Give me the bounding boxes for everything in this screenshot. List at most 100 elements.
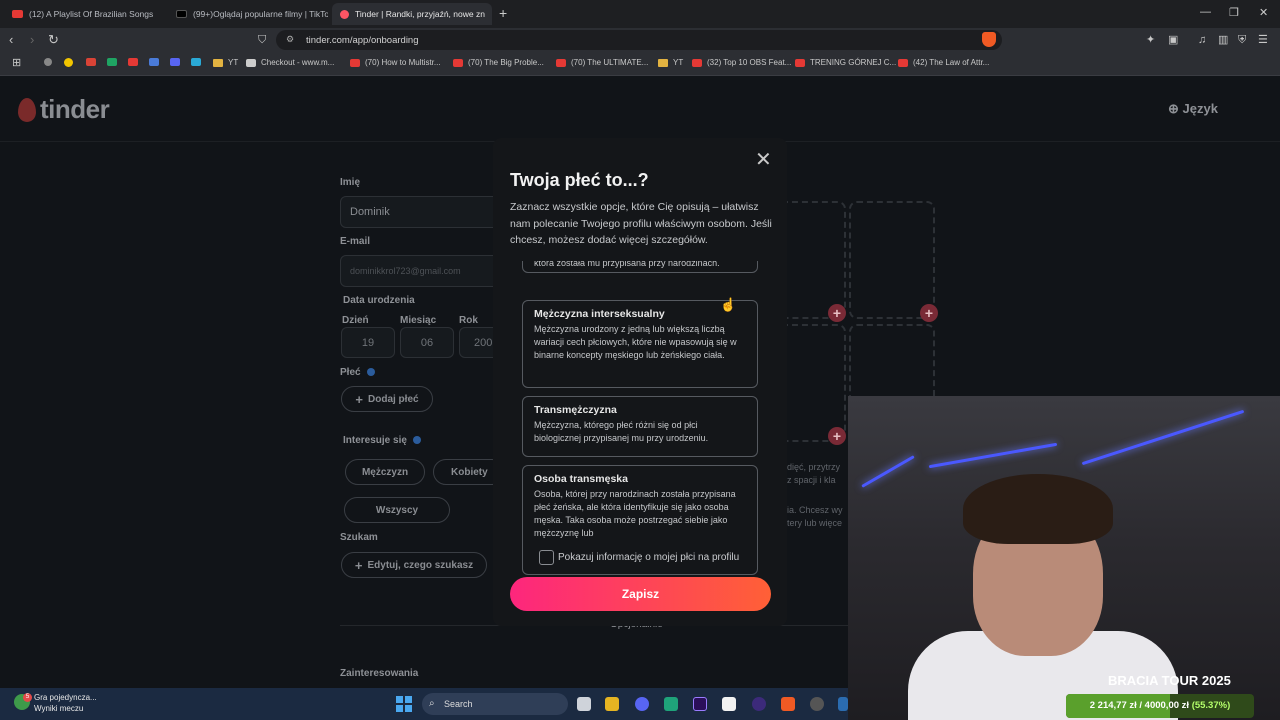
day-field[interactable]: 19 bbox=[341, 327, 395, 358]
obs-icon[interactable] bbox=[810, 697, 824, 711]
bookmark-video[interactable]: (42) The Law of Attr... bbox=[898, 58, 989, 67]
youtube-icon bbox=[12, 10, 23, 18]
bookmark-video[interactable]: (70) The Big Proble... bbox=[453, 58, 544, 67]
hand-cursor-icon: ☝ bbox=[720, 297, 737, 312]
bookmark-folder-yt[interactable]: YT bbox=[213, 58, 238, 67]
save-button[interactable]: Zapisz bbox=[510, 577, 771, 611]
apps-grid-icon[interactable]: ⊞ bbox=[12, 56, 21, 69]
gender-option-partial[interactable]: która została mu przypisana przy narodzi… bbox=[522, 261, 758, 273]
tinder-logo: tinder bbox=[18, 94, 110, 125]
day-value: 19 bbox=[361, 336, 375, 349]
bookmark-video[interactable]: (32) Top 10 OBS Feat... bbox=[692, 58, 791, 67]
drive-icon bbox=[107, 58, 117, 66]
minimize-icon[interactable]: — bbox=[1200, 6, 1211, 18]
gender-option-trans-man[interactable]: Transmężczyzna Mężczyzna, którego płeć r… bbox=[522, 396, 758, 457]
add-gender-button[interactable]: + Dodaj płeć bbox=[341, 386, 433, 412]
chatgpt-icon[interactable] bbox=[664, 697, 678, 711]
modal-description: Zaznacz wszystkie opcje, które Cię opisu… bbox=[510, 201, 772, 246]
bookmark-gmail[interactable] bbox=[86, 58, 101, 66]
bookmark-label: (70) The ULTIMATE... bbox=[571, 58, 649, 67]
info-icon[interactable] bbox=[412, 436, 421, 445]
d-app-icon bbox=[191, 58, 201, 66]
bookmark-emoji[interactable] bbox=[64, 58, 78, 67]
bookmark-video[interactable]: (70) The ULTIMATE... bbox=[556, 58, 648, 67]
site-info-icon[interactable]: ⚙ bbox=[286, 34, 294, 45]
file-explorer-icon[interactable] bbox=[605, 697, 619, 711]
interest-men-button[interactable]: Mężczyzn bbox=[345, 459, 425, 485]
forward-icon[interactable]: › bbox=[30, 32, 34, 48]
bookmark-site[interactable] bbox=[149, 58, 164, 66]
vpn-icon[interactable]: ⛨ bbox=[1238, 32, 1246, 48]
extensions-icon[interactable]: ✦ bbox=[1146, 32, 1155, 48]
led-strip bbox=[928, 442, 1058, 469]
sidebar-icon[interactable]: ▥ bbox=[1218, 32, 1228, 48]
led-strip bbox=[861, 455, 915, 488]
language-button[interactable]: ⊕ Język bbox=[1168, 101, 1218, 117]
taskbar-search[interactable]: ⌕ Search bbox=[422, 693, 568, 715]
plus-icon: + bbox=[355, 391, 363, 407]
brave-shield-icon[interactable] bbox=[982, 32, 996, 47]
email-label: E-mail bbox=[340, 236, 371, 247]
restore-icon[interactable]: ❐ bbox=[1229, 6, 1239, 19]
bookmark-video[interactable]: TRENING GÓRNEJ C... bbox=[795, 58, 896, 67]
reload-icon[interactable]: ↻ bbox=[48, 32, 59, 48]
youtube-icon bbox=[898, 58, 908, 67]
bookmark-youtube[interactable] bbox=[128, 58, 143, 66]
donation-goal-bar: 2 214,77 zł / 4000,00 zł (55.37%) bbox=[1066, 694, 1254, 718]
discord-icon[interactable] bbox=[635, 697, 649, 711]
youtube-icon bbox=[453, 58, 463, 67]
bookmark-discord[interactable] bbox=[170, 58, 185, 66]
new-tab-icon[interactable]: + bbox=[499, 5, 507, 21]
bookmark-video[interactable]: (70) How to Multistr... bbox=[350, 58, 441, 67]
address-bar[interactable]: ⚙ tinder.com/app/onboarding bbox=[276, 30, 1002, 50]
bookmark-drive[interactable] bbox=[107, 58, 122, 66]
close-window-icon[interactable]: ✕ bbox=[1259, 6, 1268, 19]
email-field[interactable]: dominikkrol723@gmail.com bbox=[340, 255, 500, 287]
bookmark-checkout[interactable]: Checkout - www.m... bbox=[246, 58, 334, 67]
screen: (12) A Playlist Of Brazilian Songs (99+)… bbox=[0, 0, 1280, 720]
show-gender-checkbox[interactable] bbox=[539, 550, 554, 565]
tab-title: Tinder | Randki, przyjaźń, nowe zn bbox=[355, 9, 485, 19]
info-icon[interactable] bbox=[366, 368, 375, 377]
tab-playlist[interactable]: (12) A Playlist Of Brazilian Songs bbox=[4, 3, 164, 25]
tab-tinder[interactable]: Tinder | Randki, przyjaźń, nowe zn ✕ bbox=[332, 3, 492, 25]
name-field[interactable]: Dominik bbox=[340, 196, 500, 228]
gender-option-intersex-man[interactable]: Mężczyzna interseksualny Mężczyzna urodz… bbox=[522, 300, 758, 388]
looking-label: Szukam bbox=[340, 532, 378, 543]
premiere-icon[interactable] bbox=[693, 697, 707, 711]
photo-slot[interactable] bbox=[849, 201, 935, 319]
gender-label-row: Płeć bbox=[340, 367, 375, 378]
interest-everyone-button[interactable]: Wszyscy bbox=[344, 497, 450, 523]
add-photo-icon[interactable]: + bbox=[920, 304, 938, 322]
app-icon[interactable] bbox=[752, 697, 766, 711]
back-icon[interactable]: ‹ bbox=[9, 32, 13, 48]
close-icon[interactable]: ✕ bbox=[755, 150, 772, 170]
bookmark-d[interactable] bbox=[191, 58, 206, 66]
bookmark-label: YT bbox=[673, 58, 684, 67]
capcut-icon[interactable] bbox=[722, 697, 736, 711]
option-title: Mężczyzna interseksualny bbox=[534, 308, 665, 320]
menu-icon[interactable]: ☰ bbox=[1258, 32, 1268, 48]
brave-icon[interactable] bbox=[781, 697, 795, 711]
tinder-favicon bbox=[340, 9, 349, 19]
task-view-icon[interactable] bbox=[577, 697, 591, 711]
app-icon[interactable] bbox=[838, 697, 848, 711]
start-button[interactable] bbox=[396, 696, 412, 712]
apple-icon bbox=[44, 58, 52, 66]
edit-looking-button[interactable]: + Edytuj, czego szukasz bbox=[341, 552, 487, 578]
flame-icon bbox=[18, 97, 36, 122]
bookmark-apple[interactable] bbox=[44, 58, 57, 66]
widgets-button[interactable]: 5 Gra pojedyncza... Wyniki meczu bbox=[14, 692, 97, 714]
year-value: 200 bbox=[474, 336, 493, 349]
add-photo-icon[interactable]: + bbox=[828, 427, 846, 445]
add-gender-label: Dodaj płeć bbox=[368, 393, 419, 405]
tab-tiktok[interactable]: (99+)Oglądaj popularne filmy | TikTok bbox=[168, 3, 328, 25]
bookmark-icon[interactable]: ⛉ bbox=[258, 32, 266, 48]
month-field[interactable]: 06 bbox=[400, 327, 454, 358]
add-photo-icon[interactable]: + bbox=[828, 304, 846, 322]
close-tab-icon[interactable]: ✕ bbox=[485, 8, 492, 21]
wallet-icon[interactable]: ▣ bbox=[1168, 32, 1178, 48]
bookmark-folder-yt[interactable]: YT bbox=[658, 58, 683, 67]
media-icon[interactable]: ♫ bbox=[1198, 32, 1206, 48]
interest-men-label: Mężczyzn bbox=[361, 466, 409, 478]
